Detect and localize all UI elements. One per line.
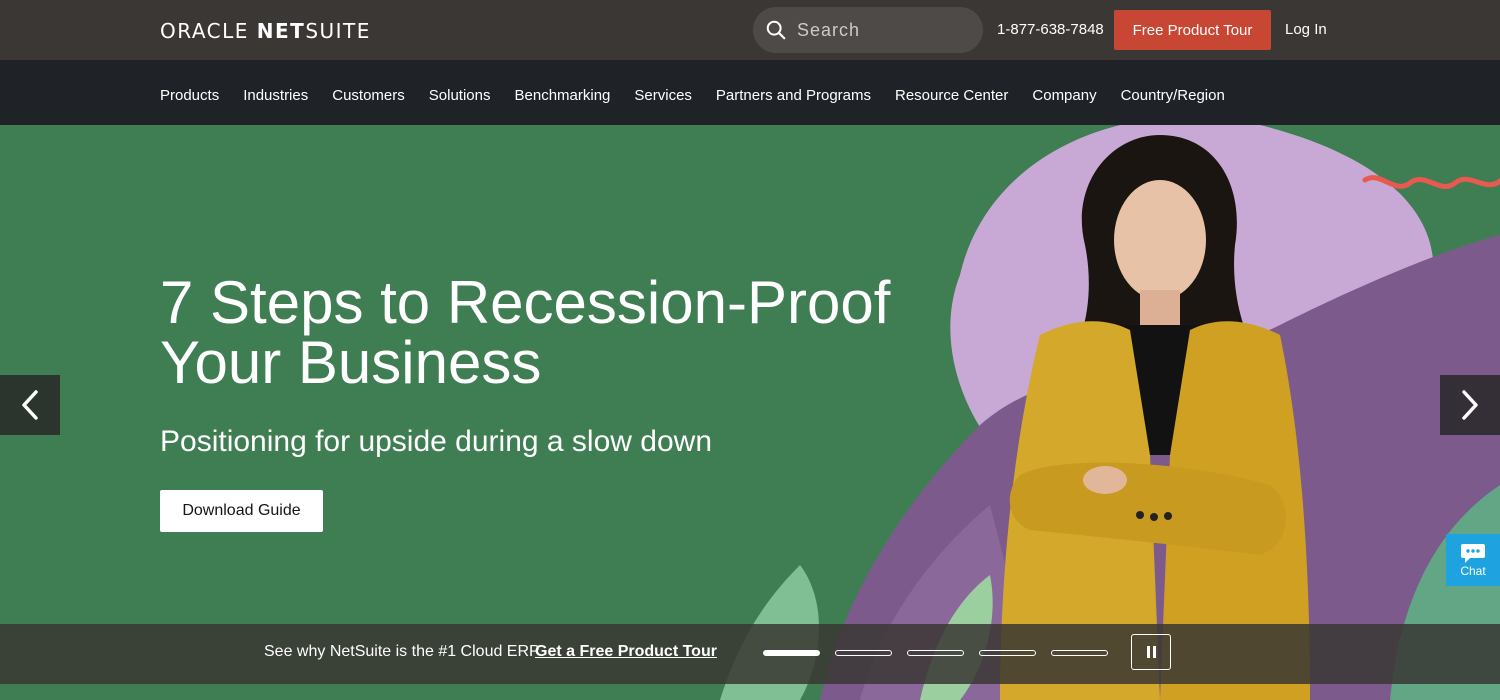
nav-item-company[interactable]: Company [1032, 87, 1096, 104]
search-placeholder: Search [797, 19, 861, 40]
hero-subtitle: Positioning for upside during a slow dow… [160, 425, 712, 458]
carousel-dot[interactable] [907, 650, 964, 656]
nav-item-services[interactable]: Services [634, 87, 692, 104]
oracle-netsuite-logo[interactable]: ORACLE NETSUITE [160, 19, 371, 43]
promo-text: See why NetSuite is the #1 Cloud ERP [264, 643, 540, 660]
carousel-next-button[interactable] [1440, 375, 1500, 435]
search-box[interactable]: Search [753, 7, 983, 53]
carousel-dot[interactable] [763, 650, 820, 656]
hero-illustration [720, 125, 1500, 700]
carousel-pause-button[interactable] [1131, 634, 1171, 670]
carousel-indicators [763, 650, 1108, 656]
chevron-left-icon [22, 390, 38, 420]
free-product-tour-button[interactable]: Free Product Tour [1114, 10, 1271, 50]
logo-suite-text: SUITE [305, 19, 371, 43]
logo-oracle-text: ORACLE [160, 19, 249, 43]
logo-net-text: NET [256, 19, 306, 43]
pause-icon [1146, 646, 1150, 658]
nav-items: Products Industries Customers Solutions … [160, 87, 1225, 104]
search-icon [766, 20, 786, 40]
chat-button[interactable]: Chat [1446, 534, 1500, 586]
carousel-prev-button[interactable] [0, 375, 60, 435]
nav-item-customers[interactable]: Customers [332, 87, 405, 104]
top-bar: ORACLE NETSUITE Search 1-877-638-7848 Fr… [0, 0, 1500, 60]
download-guide-button[interactable]: Download Guide [160, 490, 323, 532]
carousel-dot[interactable] [979, 650, 1036, 656]
promo-tour-link[interactable]: Get a Free Product Tour [535, 643, 717, 661]
nav-item-resource-center[interactable]: Resource Center [895, 87, 1008, 104]
hero-title-line1: 7 Steps to Recession-Proof [160, 269, 891, 336]
nav-item-products[interactable]: Products [160, 87, 219, 104]
nav-item-partners[interactable]: Partners and Programs [716, 87, 871, 104]
nav-item-industries[interactable]: Industries [243, 87, 308, 104]
hero-title-line2: Your Business [160, 329, 542, 396]
carousel-dot[interactable] [1051, 650, 1108, 656]
main-nav: Products Industries Customers Solutions … [0, 60, 1500, 125]
nav-item-country-region[interactable]: Country/Region [1121, 87, 1225, 104]
chat-bubble-icon [1461, 544, 1485, 563]
chat-label: Chat [1460, 564, 1486, 578]
chevron-right-icon [1462, 390, 1478, 420]
hero-carousel: 7 Steps to Recession-Proof Your Business… [0, 125, 1500, 700]
promo-strip: See why NetSuite is the #1 Cloud ERP Get… [0, 624, 1500, 684]
log-in-link[interactable]: Log In [1285, 21, 1327, 38]
hero-title: 7 Steps to Recession-Proof Your Business [160, 273, 920, 393]
carousel-dot[interactable] [835, 650, 892, 656]
nav-item-benchmarking[interactable]: Benchmarking [515, 87, 611, 104]
nav-item-solutions[interactable]: Solutions [429, 87, 491, 104]
phone-number[interactable]: 1-877-638-7848 [997, 21, 1104, 38]
